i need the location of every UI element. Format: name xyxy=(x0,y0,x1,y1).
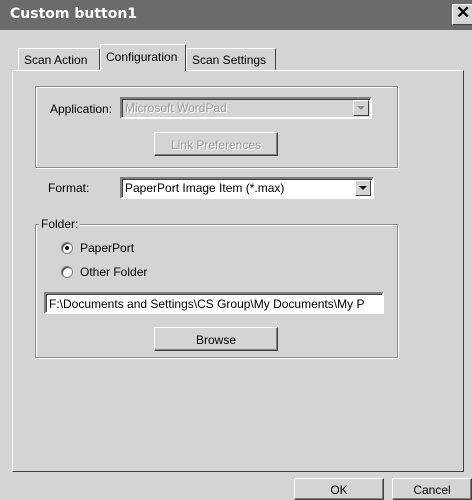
link-preferences-button[interactable]: Link Preferences xyxy=(154,132,278,156)
dialog-window: Custom button1 ✕ Scan Action Configurati… xyxy=(0,0,472,500)
tab-scan-action-label: Scan Action xyxy=(24,53,88,67)
folder-path-field[interactable]: F:\Documents and Settings\CS Group\My Do… xyxy=(44,292,384,314)
application-label: Application: xyxy=(50,102,113,116)
ok-button-label: OK xyxy=(330,483,348,497)
folder-group-label: Folder: xyxy=(39,217,81,231)
cancel-button-label: Cancel xyxy=(413,483,451,497)
format-select-value: PaperPort Image Item (*.max) xyxy=(125,181,285,195)
cancel-button[interactable]: Cancel xyxy=(392,478,472,500)
format-label: Format: xyxy=(48,181,90,195)
ok-button[interactable]: OK xyxy=(294,478,384,500)
format-dropdown-button[interactable] xyxy=(355,180,371,196)
paperport-radio-label: PaperPort xyxy=(80,241,135,255)
application-select-value: Microsoft WordPad xyxy=(125,101,227,115)
browse-button-label: Browse xyxy=(195,333,236,347)
tab-configuration-label: Configuration xyxy=(106,50,178,64)
window-title: Custom button1 xyxy=(10,6,138,22)
chevron-down-icon xyxy=(359,186,367,190)
close-button[interactable]: ✕ xyxy=(452,3,472,25)
folder-path-value: F:\Documents and Settings\CS Group\My Do… xyxy=(49,297,365,311)
other-folder-radio-label: Other Folder xyxy=(80,265,148,279)
tab-configuration[interactable]: Configuration xyxy=(100,44,186,71)
link-preferences-label: Link Preferences xyxy=(170,138,262,152)
tab-scan-action[interactable]: Scan Action xyxy=(18,48,100,70)
application-dropdown-button[interactable] xyxy=(353,100,369,116)
tab-scan-settings[interactable]: Scan Settings xyxy=(186,48,276,70)
application-select[interactable]: Microsoft WordPad xyxy=(120,97,372,119)
title-bar: Custom button1 ✕ xyxy=(0,0,472,30)
close-icon: ✕ xyxy=(456,3,471,22)
browse-button[interactable]: Browse xyxy=(154,327,278,351)
other-folder-radio[interactable] xyxy=(61,266,73,278)
format-select[interactable]: PaperPort Image Item (*.max) xyxy=(120,177,374,199)
tab-scan-settings-label: Scan Settings xyxy=(192,53,267,67)
paperport-radio[interactable] xyxy=(61,242,73,254)
chevron-down-icon xyxy=(357,106,365,110)
